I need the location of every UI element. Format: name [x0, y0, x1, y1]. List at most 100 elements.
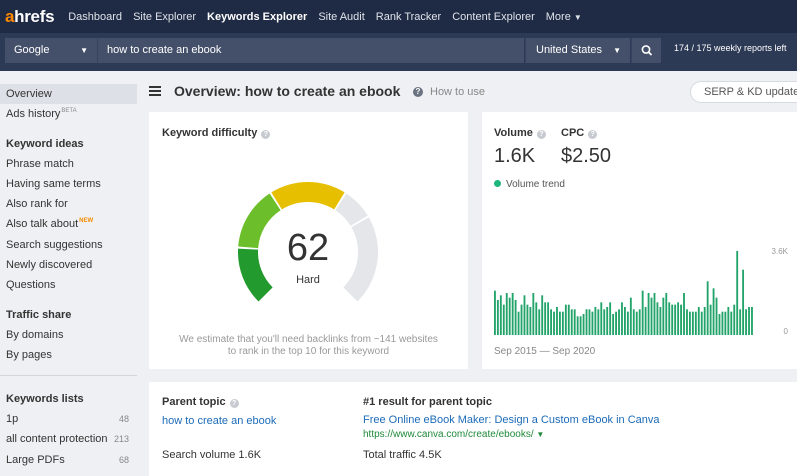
- volume-bar: [674, 304, 677, 335]
- volume-bar: [680, 304, 682, 335]
- help-icon[interactable]: ?: [261, 130, 271, 139]
- top-result-url[interactable]: https://www.canva.com/create/ebooks/ ▼: [363, 429, 544, 440]
- top-navigation: ahrefs Dashboard Site Explorer Keywords …: [0, 0, 797, 33]
- search-icon: [641, 45, 652, 56]
- volume-bar: [733, 304, 736, 335]
- serp-kd-update-button[interactable]: SERP & KD update: [690, 81, 797, 103]
- volume-bar: [635, 311, 638, 335]
- volume-bar: [508, 297, 511, 335]
- nav-more-menu[interactable]: More ▼: [546, 11, 582, 23]
- volume-bar: [668, 302, 671, 335]
- sidebar-item-having-same-terms[interactable]: Having same terms: [0, 174, 137, 194]
- sidebar-item-newly-discovered[interactable]: Newly discovered: [0, 255, 137, 275]
- y-tick-label: 3.6K: [772, 247, 789, 256]
- volume-bar: [535, 302, 538, 335]
- volume-bar: [745, 309, 747, 335]
- gauge-segment: [238, 248, 273, 302]
- nav-site-explorer[interactable]: Site Explorer: [133, 11, 196, 23]
- volume-bar: [514, 300, 517, 335]
- sidebar-item-search-suggestions[interactable]: Search suggestions: [0, 235, 137, 255]
- volume-bar: [606, 307, 609, 335]
- volume-bar: [532, 293, 535, 335]
- volume-bar: [626, 311, 629, 335]
- parent-topic-card: Parent topic? how to create an ebook Sea…: [149, 382, 797, 476]
- volume-bar: [582, 314, 585, 335]
- sidebar-heading-keyword-ideas: Keyword ideas: [6, 138, 84, 150]
- volume-bar: [496, 300, 499, 335]
- sidebar-item-phrase-match[interactable]: Phrase match: [0, 154, 137, 174]
- note-line: to rank in the top 10 for this keyword: [227, 346, 390, 357]
- volume-bar: [541, 295, 544, 335]
- nav-content-explorer[interactable]: Content Explorer: [452, 11, 535, 23]
- sidebar-list-all-content-protection[interactable]: all content protection 213: [0, 429, 137, 449]
- top-result-label: #1 result for parent topic: [363, 396, 492, 408]
- keyword-search-input[interactable]: how to create an ebook: [97, 38, 524, 63]
- sidebar-list-large-pdfs[interactable]: Large PDFs 68: [0, 450, 137, 470]
- caret-down-icon: ▼: [573, 12, 582, 22]
- sidebar-item-overview[interactable]: Overview: [0, 84, 137, 104]
- parent-topic-link[interactable]: how to create an ebook: [162, 415, 276, 427]
- volume-bar: [502, 304, 505, 335]
- volume-bar: [662, 297, 665, 335]
- nav-site-audit[interactable]: Site Audit: [318, 11, 364, 23]
- gauge-segment: [343, 217, 378, 302]
- volume-bar: [739, 309, 742, 335]
- volume-bar: [730, 311, 733, 335]
- caret-down-icon: ▼: [613, 46, 621, 55]
- volume-bar: [591, 311, 594, 335]
- y-tick-label: 0: [784, 327, 789, 336]
- search-engine-select[interactable]: Google ▼: [5, 38, 97, 63]
- sidebar-item-also-talk-about[interactable]: Also talk aboutNEW: [0, 214, 137, 234]
- ahrefs-logo[interactable]: ahrefs: [5, 7, 55, 27]
- sidebar-heading-keywords-lists: Keywords lists: [6, 393, 84, 405]
- list-count: 48: [118, 414, 129, 424]
- volume-bar: [544, 302, 547, 335]
- sidebar-item-by-domains[interactable]: By domains: [0, 325, 137, 345]
- volume-bar: [644, 307, 647, 335]
- volume-bar: [712, 288, 715, 335]
- keyword-difficulty-level: Hard: [296, 274, 320, 286]
- volume-bar: [570, 309, 573, 335]
- top-result-title-link[interactable]: Free Online eBook Maker: Design a Custom…: [363, 414, 660, 426]
- volume-bar: [529, 307, 532, 335]
- volume-bar: [748, 307, 750, 335]
- volume-bar: [671, 304, 674, 335]
- search-button[interactable]: [631, 38, 661, 63]
- sidebar-list-1p[interactable]: 1p 48: [0, 409, 137, 429]
- how-to-use-link[interactable]: How to use: [430, 86, 485, 98]
- volume-bar: [494, 290, 496, 335]
- parent-topic-label: Parent topic?: [162, 396, 239, 408]
- volume-bar: [600, 302, 603, 335]
- note-line: We estimate that you'll need backlinks f…: [179, 334, 438, 345]
- nav-dashboard[interactable]: Dashboard: [68, 11, 122, 23]
- volume-bar: [561, 311, 564, 335]
- volume-bar: [727, 307, 730, 335]
- volume-bar: [647, 293, 650, 335]
- keyword-difficulty-card: Keyword difficulty? 62 Hard We estimate …: [149, 112, 468, 369]
- caret-down-icon[interactable]: ▼: [536, 430, 544, 439]
- nav-rank-tracker[interactable]: Rank Tracker: [376, 11, 441, 23]
- volume-bar: [526, 304, 529, 335]
- menu-icon[interactable]: [149, 86, 161, 96]
- volume-bar: [697, 307, 700, 335]
- country-select[interactable]: United States ▼: [525, 38, 630, 63]
- volume-bar: [612, 314, 615, 335]
- volume-bar: [700, 311, 703, 335]
- nav-keywords-explorer[interactable]: Keywords Explorer: [207, 11, 307, 23]
- volume-bar: [624, 307, 626, 335]
- volume-bar: [751, 307, 753, 335]
- volume-bar: [721, 311, 724, 335]
- help-icon[interactable]: ?: [229, 399, 239, 408]
- volume-bar: [686, 309, 688, 335]
- sidebar-item-ads-history[interactable]: Ads historyBETA: [0, 104, 137, 124]
- beta-badge: BETA: [61, 108, 77, 115]
- sidebar-item-by-pages[interactable]: By pages: [0, 345, 137, 365]
- help-icon[interactable]: ?: [413, 87, 423, 97]
- volume-bar: [618, 309, 620, 335]
- parent-search-volume: Search volume 1.6K: [162, 449, 262, 461]
- volume-bar: [736, 251, 739, 335]
- sidebar-item-questions[interactable]: Questions: [0, 275, 137, 295]
- search-bar: Google ▼ how to create an ebook United S…: [0, 33, 797, 71]
- volume-bar: [550, 309, 552, 335]
- sidebar-item-also-rank-for[interactable]: Also rank for: [0, 194, 137, 214]
